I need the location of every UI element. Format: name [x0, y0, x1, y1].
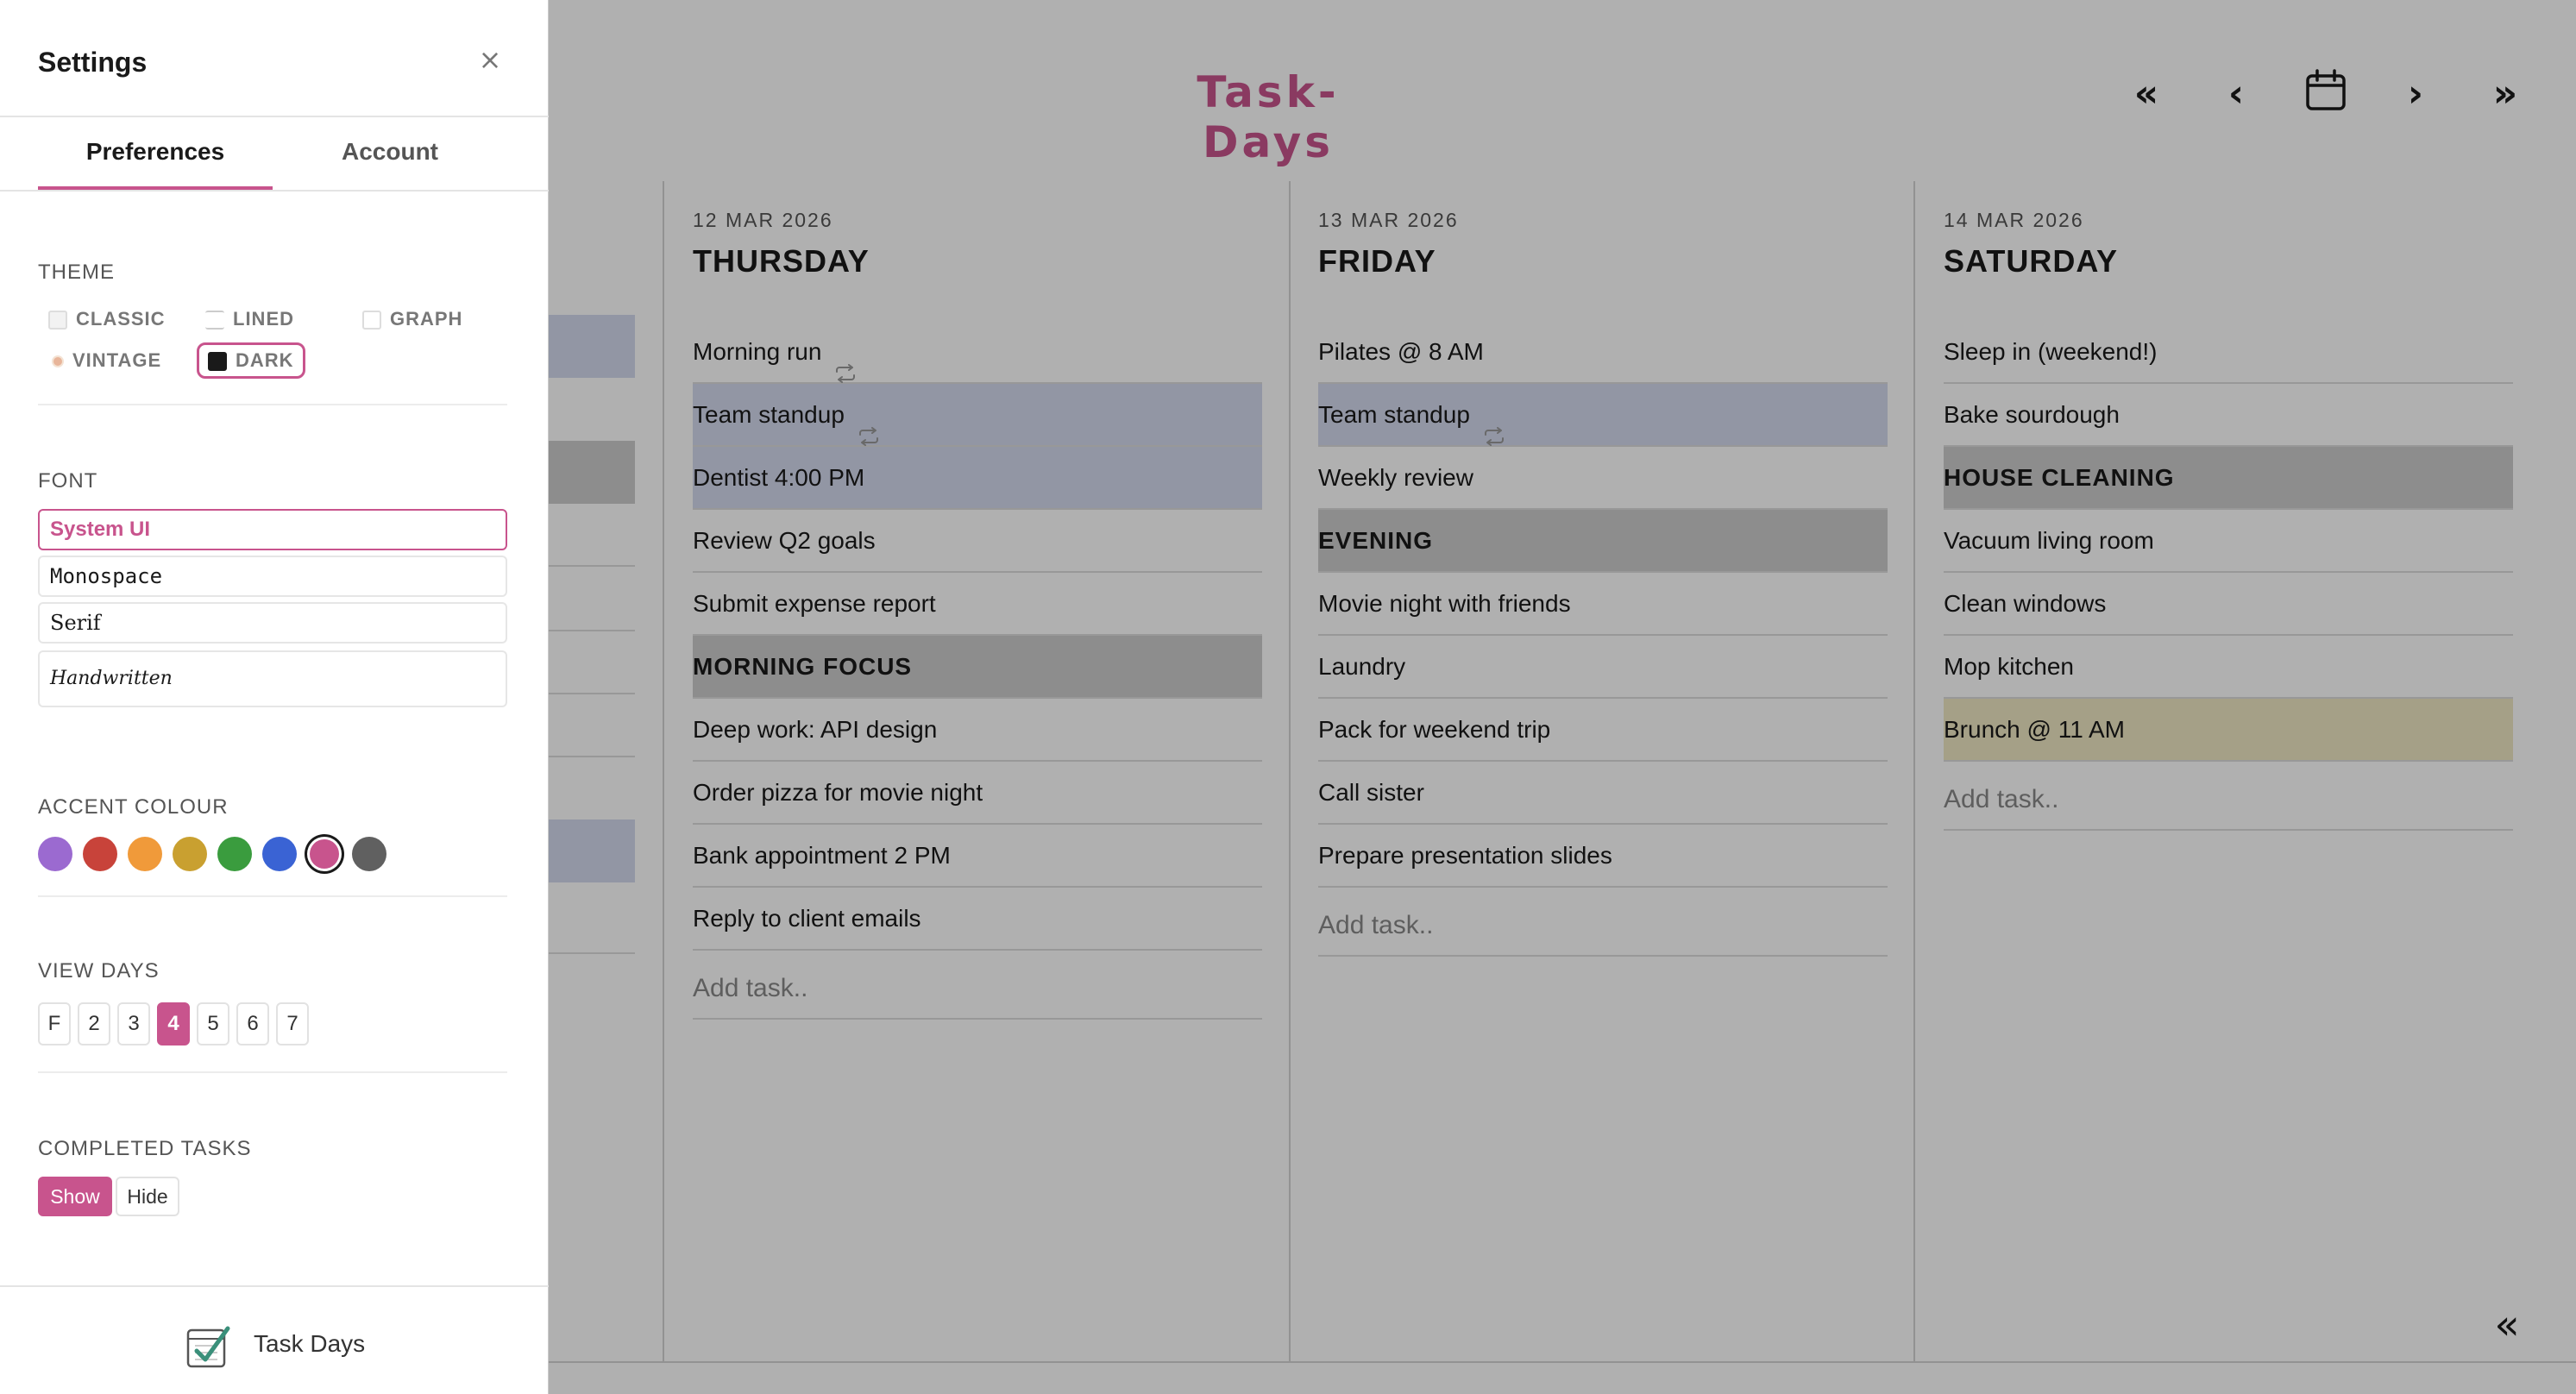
theme-option-classic[interactable]: CLASSIC: [48, 304, 166, 335]
view-days-section-label: VIEW DAYS: [38, 959, 160, 983]
completed-show-button[interactable]: Show: [38, 1177, 112, 1216]
theme-option-dark[interactable]: DARK: [197, 342, 305, 379]
view-days-option[interactable]: 5: [197, 1002, 229, 1046]
view-days-option[interactable]: 7: [276, 1002, 309, 1046]
settings-panel: Settings × Preferences Account THEME CLA…: [0, 0, 549, 1394]
accent-swatch[interactable]: [352, 837, 386, 871]
close-button[interactable]: ×: [476, 43, 504, 78]
tab-preferences[interactable]: Preferences: [38, 117, 273, 190]
accent-swatch[interactable]: [262, 837, 297, 871]
theme-option-label: GRAPH: [390, 308, 463, 330]
classic-swatch-icon: [48, 311, 67, 330]
theme-section-label: THEME: [38, 261, 115, 284]
theme-option-label: DARK: [236, 349, 294, 371]
vintage-swatch-icon: [52, 355, 64, 368]
theme-option-label: LINED: [233, 308, 294, 330]
view-days-option[interactable]: 3: [117, 1002, 150, 1046]
view-days-option[interactable]: F: [38, 1002, 71, 1046]
accent-swatch[interactable]: [310, 839, 339, 869]
section-divider: [38, 404, 507, 405]
accent-swatch[interactable]: [83, 837, 117, 871]
view-days-option[interactable]: 2: [78, 1002, 110, 1046]
dark-swatch-icon: [208, 352, 227, 372]
font-option-monospace[interactable]: Monospace: [38, 556, 507, 597]
completed-tasks-section-label: COMPLETED TASKS: [38, 1137, 252, 1160]
section-divider: [38, 895, 507, 897]
settings-title: Settings: [38, 47, 148, 78]
theme-option-graph[interactable]: GRAPH: [362, 304, 462, 335]
theme-option-label: VINTAGE: [72, 349, 162, 371]
completed-hide-button[interactable]: Hide: [116, 1177, 179, 1216]
accent-swatch[interactable]: [217, 837, 252, 871]
view-days-option[interactable]: 6: [236, 1002, 269, 1046]
font-option-handwritten[interactable]: Handwritten: [38, 650, 507, 707]
theme-option-vintage[interactable]: VINTAGE: [48, 345, 161, 376]
theme-option-label: CLASSIC: [76, 308, 166, 330]
accent-swatch[interactable]: [38, 837, 72, 871]
graph-swatch-icon: [362, 311, 381, 330]
font-section-label: FONT: [38, 469, 98, 493]
footer-divider: [0, 1285, 549, 1287]
theme-option-lined[interactable]: LINED: [205, 304, 294, 335]
lined-swatch-icon: [205, 311, 224, 330]
section-divider: [38, 1071, 507, 1073]
accent-swatch[interactable]: [128, 837, 162, 871]
footer-app-name: Task Days: [254, 1330, 366, 1357]
tabs-divider: [0, 190, 549, 192]
task-days-logo-icon: [185, 1323, 231, 1370]
accent-section-label: ACCENT COLOUR: [38, 795, 229, 819]
font-option-serif[interactable]: Serif: [38, 602, 507, 644]
view-days-option[interactable]: 4: [157, 1002, 190, 1046]
font-option-system-ui[interactable]: System UI: [38, 509, 507, 550]
tab-account[interactable]: Account: [273, 117, 507, 190]
accent-swatch[interactable]: [173, 837, 207, 871]
